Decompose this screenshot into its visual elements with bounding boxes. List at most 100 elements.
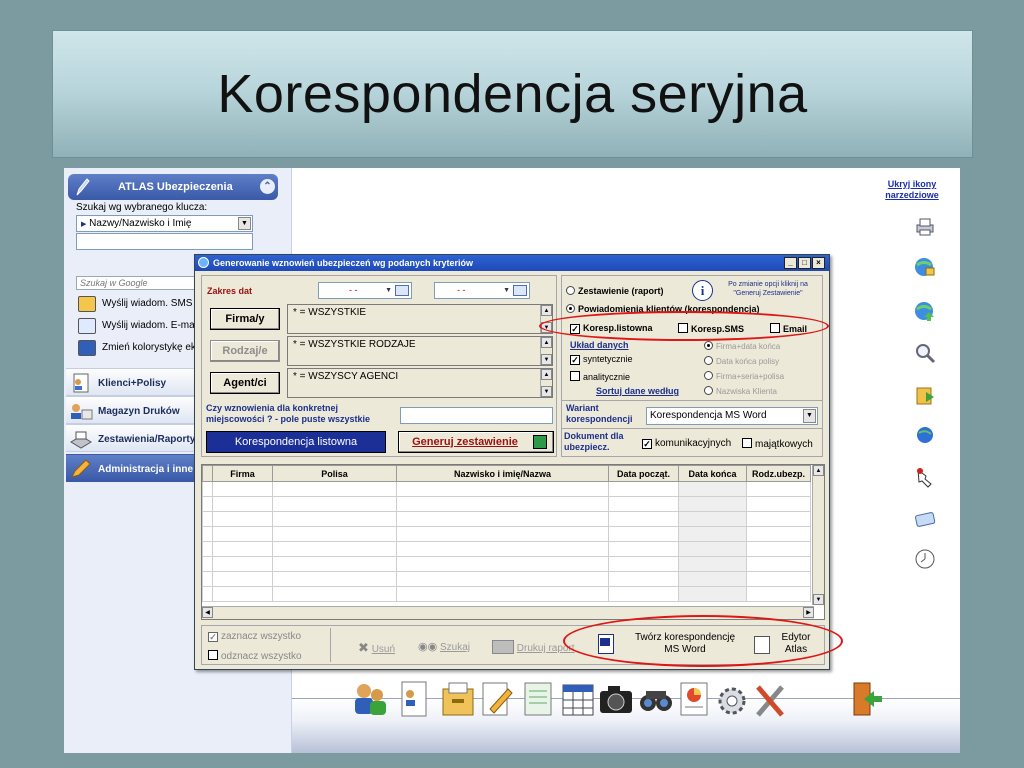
table-icon[interactable] (560, 679, 596, 719)
chevron-down-icon[interactable]: ▼ (385, 287, 392, 294)
hide-icons-link[interactable]: Ukryj ikony narzedziowe (874, 179, 950, 201)
client-card-icon[interactable] (396, 679, 432, 719)
table-cell[interactable] (608, 511, 679, 527)
search-key-select[interactable]: ▶ Nazwy/Nazwisko i Imię ▼ (76, 215, 253, 232)
table-row[interactable] (202, 496, 811, 512)
table-row[interactable] (202, 571, 811, 587)
chk-listowna[interactable]: ✓ Koresp.listowna (570, 323, 653, 334)
table-cell[interactable] (608, 526, 679, 542)
delete-button[interactable]: ✖ Usuń (358, 640, 395, 656)
card-icon[interactable] (914, 508, 936, 530)
table-cell[interactable] (212, 481, 273, 497)
table-cell[interactable] (202, 556, 213, 572)
send-email-item[interactable]: Wyślij wiadom. E-mail (76, 317, 199, 337)
table-cell[interactable] (746, 541, 811, 557)
table-cell[interactable] (396, 511, 609, 527)
folder-arrow-icon[interactable] (914, 384, 936, 406)
rodzaj-list[interactable]: * = WSZYSTKIE RODZAJE ▲ ▼ (287, 336, 553, 366)
table-cell[interactable] (396, 556, 609, 572)
close-icon[interactable]: × (812, 257, 825, 269)
table-cell[interactable] (746, 571, 811, 587)
sort-opt-4[interactable]: Nazwiska Klienta (704, 386, 777, 396)
exit-door-icon[interactable] (848, 679, 884, 719)
table-cell[interactable] (202, 541, 213, 557)
col-data-poczatku[interactable]: Data począt. (608, 465, 679, 482)
table-cell[interactable] (272, 526, 397, 542)
table-row[interactable] (202, 586, 811, 602)
check-all[interactable]: ✓ zaznacz wszystko (208, 631, 301, 642)
table-cell[interactable] (272, 496, 397, 512)
chart-document-icon[interactable] (676, 679, 712, 719)
sort-opt-3[interactable]: Firma+seria+polisa (704, 371, 784, 381)
table-cell[interactable] (202, 511, 213, 527)
table-cell[interactable] (608, 481, 679, 497)
firma-scrollbar[interactable]: ▲ ▼ (540, 305, 552, 333)
table-cell[interactable] (608, 571, 679, 587)
table-cell[interactable] (272, 586, 397, 602)
table-cell[interactable] (678, 481, 747, 497)
col-nazwisko[interactable]: Nazwisko i imię/Nazwa (396, 465, 609, 482)
table-cell[interactable] (608, 541, 679, 557)
camera-icon[interactable] (598, 679, 634, 719)
firma-list[interactable]: * = WSZYSTKIE ▲ ▼ (287, 304, 553, 334)
table-cell[interactable] (202, 571, 213, 587)
table-cell[interactable] (212, 556, 273, 572)
table-cell[interactable] (678, 556, 747, 572)
table-row[interactable] (202, 526, 811, 542)
docs-comm-check[interactable]: ✓ komunikacyjnych (642, 438, 731, 449)
agent-list[interactable]: * = WSZYSCY AGENCI ▲ ▼ (287, 368, 553, 398)
table-row[interactable] (202, 541, 811, 557)
city-input[interactable] (400, 407, 553, 424)
search-button[interactable]: ◉◉ Szukaj (418, 640, 470, 653)
table-cell[interactable] (272, 511, 397, 527)
search-icon[interactable] (914, 342, 936, 364)
generate-button[interactable]: Generuj zestawienie (398, 431, 554, 453)
table-cell[interactable] (678, 511, 747, 527)
table-cell[interactable] (396, 526, 609, 542)
table-cell[interactable] (396, 481, 609, 497)
users-icon[interactable] (352, 679, 388, 719)
docs-prop-check[interactable]: majątkowych (742, 438, 813, 450)
table-cell[interactable] (396, 496, 609, 512)
chevron-down-icon[interactable]: ▼ (503, 287, 510, 294)
chk-email[interactable]: Email (770, 323, 807, 334)
rodzaj-button[interactable]: Rodzaj/e (210, 340, 280, 362)
results-grid[interactable]: Firma Polisa Nazwisko i imię/Nazwa Data … (201, 464, 825, 620)
binoculars-icon[interactable] (638, 679, 674, 719)
agent-scrollbar[interactable]: ▲ ▼ (540, 369, 552, 397)
table-cell[interactable] (272, 541, 397, 557)
table-cell[interactable] (396, 571, 609, 587)
table-cell[interactable] (212, 541, 273, 557)
col-data-konca[interactable]: Data końca (678, 465, 747, 482)
analytic-check[interactable]: analitycznie (570, 371, 630, 382)
table-cell[interactable] (202, 586, 213, 602)
col-polisa[interactable]: Polisa (272, 465, 397, 482)
report-radio[interactable]: Zestawienie (raport) (566, 286, 664, 296)
notice-radio[interactable]: Powiadomienia klientów (korespondencja) (566, 304, 760, 314)
table-cell[interactable] (202, 526, 213, 542)
table-cell[interactable] (212, 586, 273, 602)
sort-opt-1[interactable]: Firma+data końca (704, 341, 780, 351)
edit-document-icon[interactable] (478, 679, 514, 719)
table-cell[interactable] (272, 556, 397, 572)
uncheck-all[interactable]: odznacz wszystko (208, 650, 302, 662)
synthetic-check[interactable]: ✓ syntetycznie (570, 354, 633, 365)
agent-button[interactable]: Agent/ci (210, 372, 280, 394)
grid-hscrollbar[interactable]: ◀ ▶ (202, 606, 814, 619)
table-cell[interactable] (396, 586, 609, 602)
search-input[interactable] (76, 233, 253, 250)
col-rodzaj[interactable]: Rodz.ubezp. (746, 465, 811, 482)
table-cell[interactable] (746, 586, 811, 602)
sort-label[interactable]: Sortuj dane według (596, 386, 679, 396)
clock-icon[interactable] (914, 548, 936, 570)
table-cell[interactable] (212, 496, 273, 512)
google-search-input[interactable]: Szukaj w Google (76, 276, 206, 290)
globe-lock-icon[interactable] (914, 256, 936, 278)
globe-upload-icon[interactable] (914, 300, 936, 322)
table-cell[interactable] (678, 496, 747, 512)
calendar-icon[interactable] (395, 285, 409, 296)
table-cell[interactable] (396, 541, 609, 557)
grid-vscrollbar[interactable]: ▲ ▼ (812, 465, 824, 605)
send-sms-item[interactable]: Wyślij wiadom. SMS (76, 295, 192, 315)
sort-opt-2[interactable]: Data końca polisy (704, 356, 779, 366)
